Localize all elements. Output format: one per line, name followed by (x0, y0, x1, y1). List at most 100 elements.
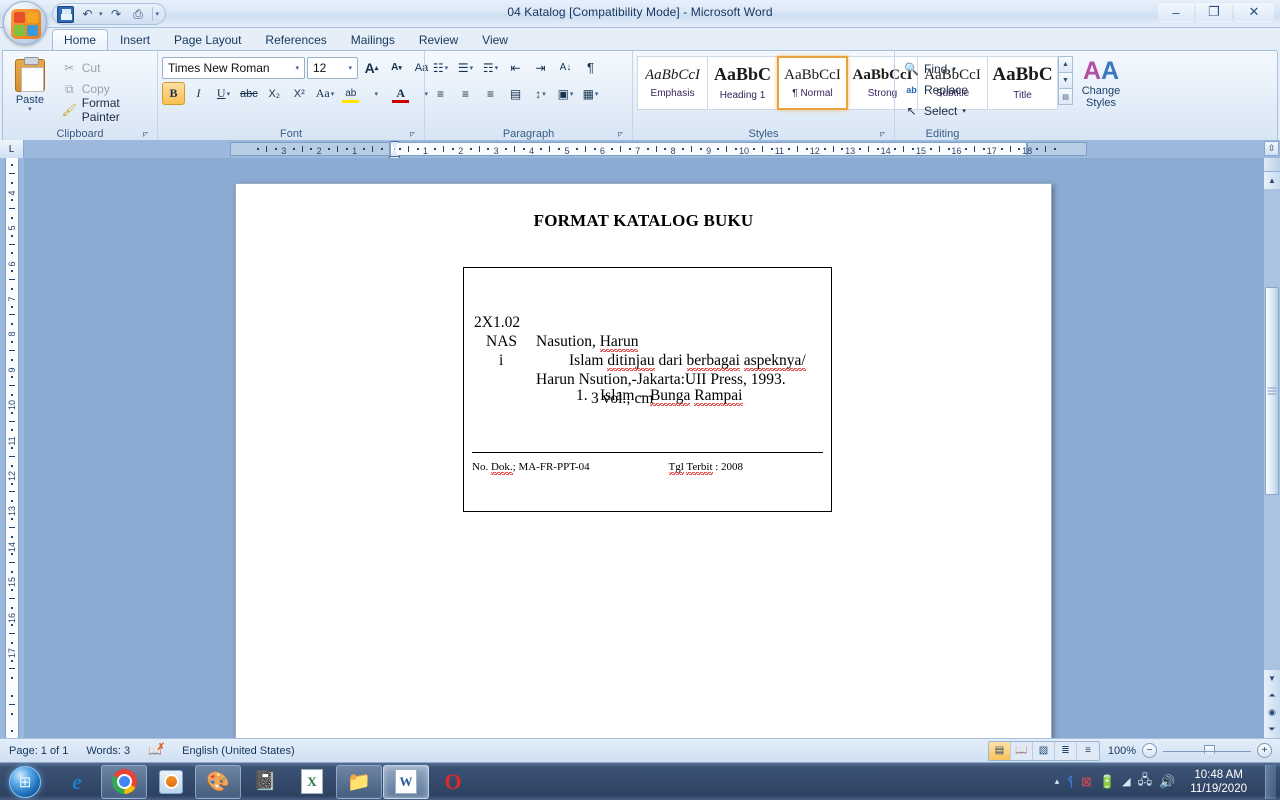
align-center-button[interactable]: ≡ (454, 82, 477, 105)
styles-more-icon[interactable]: ▤ (1058, 88, 1073, 105)
show-desktop-button[interactable] (1265, 764, 1276, 799)
proofing-status[interactable]: ✗ (139, 740, 173, 762)
multilevel-list-button[interactable]: ☶ ▾ (479, 56, 502, 79)
vertical-ruler[interactable]: 4 5 6 7 8 9 10 11 12 13 14 15 16 17 (0, 158, 24, 738)
underline-button[interactable]: U ▾ (212, 82, 235, 105)
scroll-down-icon[interactable]: ▼ (1264, 670, 1280, 687)
scroll-up-icon[interactable]: ▲ (1264, 172, 1280, 189)
previous-page-icon[interactable]: ⏶ (1264, 687, 1280, 704)
language-indicator[interactable]: English (United States) (173, 740, 304, 762)
tab-home[interactable]: Home (52, 29, 109, 50)
increase-indent-button[interactable]: ⇥ (529, 56, 552, 79)
borders-button[interactable]: ▦ ▾ (579, 82, 602, 105)
document-canvas[interactable]: FORMAT KATALOG BUKU 2X1.02 NAS i Nasutio… (24, 158, 1246, 738)
styles-scroll-down-icon[interactable]: ▼ (1058, 72, 1073, 89)
customize-qat-icon[interactable]: ▾ (156, 10, 160, 18)
subscript-button[interactable]: X₂ (263, 82, 286, 105)
minimize-button[interactable]: – (1158, 2, 1194, 22)
line-spacing-button[interactable]: ↕ ▾ (529, 82, 552, 105)
taskbar-internet-explorer[interactable]: e (54, 765, 100, 799)
taskbar-notepad[interactable]: 📓 (242, 765, 288, 799)
zoom-in-button[interactable]: + (1257, 743, 1272, 758)
bluetooth-icon[interactable]: ᛩ (1066, 774, 1074, 789)
find-button[interactable]: 🔍 Find ▾ (899, 58, 961, 79)
chevron-down-icon[interactable]: ▾ (292, 64, 302, 72)
clipboard-dialog-launcher[interactable] (140, 129, 151, 140)
close-button[interactable]: ✕ (1234, 2, 1274, 22)
tab-references[interactable]: References (253, 29, 338, 50)
replace-button[interactable]: ab Replace (899, 79, 973, 100)
scrollbar-split-handle[interactable] (1264, 158, 1280, 172)
select-button[interactable]: ↖ Select ▾ (899, 100, 971, 121)
justify-button[interactable]: ▤ (504, 82, 527, 105)
paste-button[interactable]: Paste ▾ (7, 56, 53, 113)
sort-button[interactable]: A↓ (554, 56, 577, 79)
zoom-slider-thumb[interactable] (1204, 744, 1215, 758)
display-error-icon[interactable]: ⊠ (1081, 774, 1092, 790)
style-normal[interactable]: AaBbCcI ¶ Normal (777, 56, 848, 110)
shading-button[interactable]: ▣ ▾ (554, 82, 577, 105)
print-preview-icon[interactable]: ⎙ (130, 6, 147, 23)
numbering-button[interactable]: ☰ ▾ (454, 56, 477, 79)
bullets-button[interactable]: ☷ ▾ (429, 56, 452, 79)
text-highlight-button[interactable]: ab (339, 82, 362, 105)
styles-scroll-up-icon[interactable]: ▲ (1058, 56, 1073, 73)
strikethrough-button[interactable]: abc (237, 82, 261, 105)
volume-icon[interactable]: 🔊 (1159, 774, 1175, 790)
zoom-level[interactable]: 100% (1106, 745, 1136, 757)
grow-font-button[interactable]: A ▴ (360, 56, 383, 79)
taskbar-microsoft-excel[interactable]: X (289, 765, 335, 799)
taskbar-opera[interactable]: O (430, 765, 476, 799)
cut-button[interactable]: ✂ Cut (57, 58, 153, 78)
tab-insert[interactable]: Insert (108, 29, 162, 50)
network-signal-icon[interactable]: ◢ (1122, 775, 1130, 788)
vertical-scrollbar[interactable]: ▲ ▼ ⏶ ◉ ⏷ (1263, 158, 1280, 738)
save-icon[interactable] (57, 5, 74, 23)
superscript-button[interactable]: X² (288, 82, 311, 105)
view-print-layout[interactable]: ▤ (989, 741, 1011, 760)
change-case-button[interactable]: Aa ▾ (313, 82, 338, 105)
scrollbar-thumb[interactable] (1265, 287, 1279, 495)
style-title[interactable]: AaBbC Title (987, 56, 1058, 110)
tab-review[interactable]: Review (407, 29, 470, 50)
split-window-button[interactable]: ⇳ (1264, 141, 1279, 156)
horizontal-ruler[interactable]: 3 2 1 1 2 3 4 5 6 7 8 9 10 11 12 13 14 15 16 17 18 (24, 140, 1280, 158)
tab-view[interactable]: View (470, 29, 520, 50)
font-size-combo[interactable]: 12 ▾ (307, 56, 358, 79)
word-count[interactable]: Words: 3 (77, 740, 139, 762)
start-button[interactable]: ⊞ (2, 764, 48, 800)
view-draft[interactable]: ≡ (1077, 742, 1099, 760)
view-full-screen-reading[interactable]: 📖 (1011, 741, 1033, 760)
zoom-slider[interactable] (1163, 744, 1251, 758)
align-left-button[interactable]: ≡ (429, 82, 452, 105)
scrollbar-track[interactable] (1264, 189, 1280, 670)
show-hidden-icons-icon[interactable]: ▴ (1055, 776, 1060, 787)
zoom-out-button[interactable]: − (1142, 743, 1157, 758)
highlight-dropdown[interactable]: ▾ (364, 82, 387, 105)
taskbar-paint[interactable]: 🎨 (195, 764, 241, 799)
decrease-indent-button[interactable]: ⇤ (504, 56, 527, 79)
redo-icon[interactable]: ↷ (108, 6, 125, 23)
document-page[interactable]: FORMAT KATALOG BUKU 2X1.02 NAS i Nasutio… (235, 183, 1052, 738)
restore-button[interactable]: ❐ (1196, 2, 1232, 22)
battery-icon[interactable]: 🔋 (1099, 774, 1115, 790)
page-indicator[interactable]: Page: 1 of 1 (0, 740, 77, 762)
office-button[interactable] (3, 1, 47, 45)
italic-button[interactable]: I (187, 82, 210, 105)
style-heading-1[interactable]: AaBbC Heading 1 (707, 56, 778, 110)
font-color-button[interactable]: A (389, 82, 412, 105)
bold-button[interactable]: B (162, 82, 185, 105)
show-marks-button[interactable]: ¶ (579, 56, 602, 79)
align-right-button[interactable]: ≡ (479, 82, 502, 105)
tab-page-layout[interactable]: Page Layout (162, 29, 253, 50)
clock[interactable]: 10:48 AM 11/19/2020 (1182, 768, 1255, 796)
paragraph-dialog-launcher[interactable] (615, 129, 626, 140)
shrink-font-button[interactable]: A ▾ (385, 56, 408, 79)
font-name-combo[interactable]: Times New Roman ▾ (162, 56, 305, 79)
view-outline[interactable]: ≣ (1055, 741, 1077, 760)
view-web-layout[interactable]: ▧ (1033, 741, 1055, 760)
tab-selector-button[interactable]: L (0, 140, 24, 158)
taskbar-windows-media-player[interactable] (148, 765, 194, 799)
taskbar-microsoft-word[interactable]: W (383, 764, 429, 799)
taskbar-google-chrome[interactable] (101, 764, 147, 799)
